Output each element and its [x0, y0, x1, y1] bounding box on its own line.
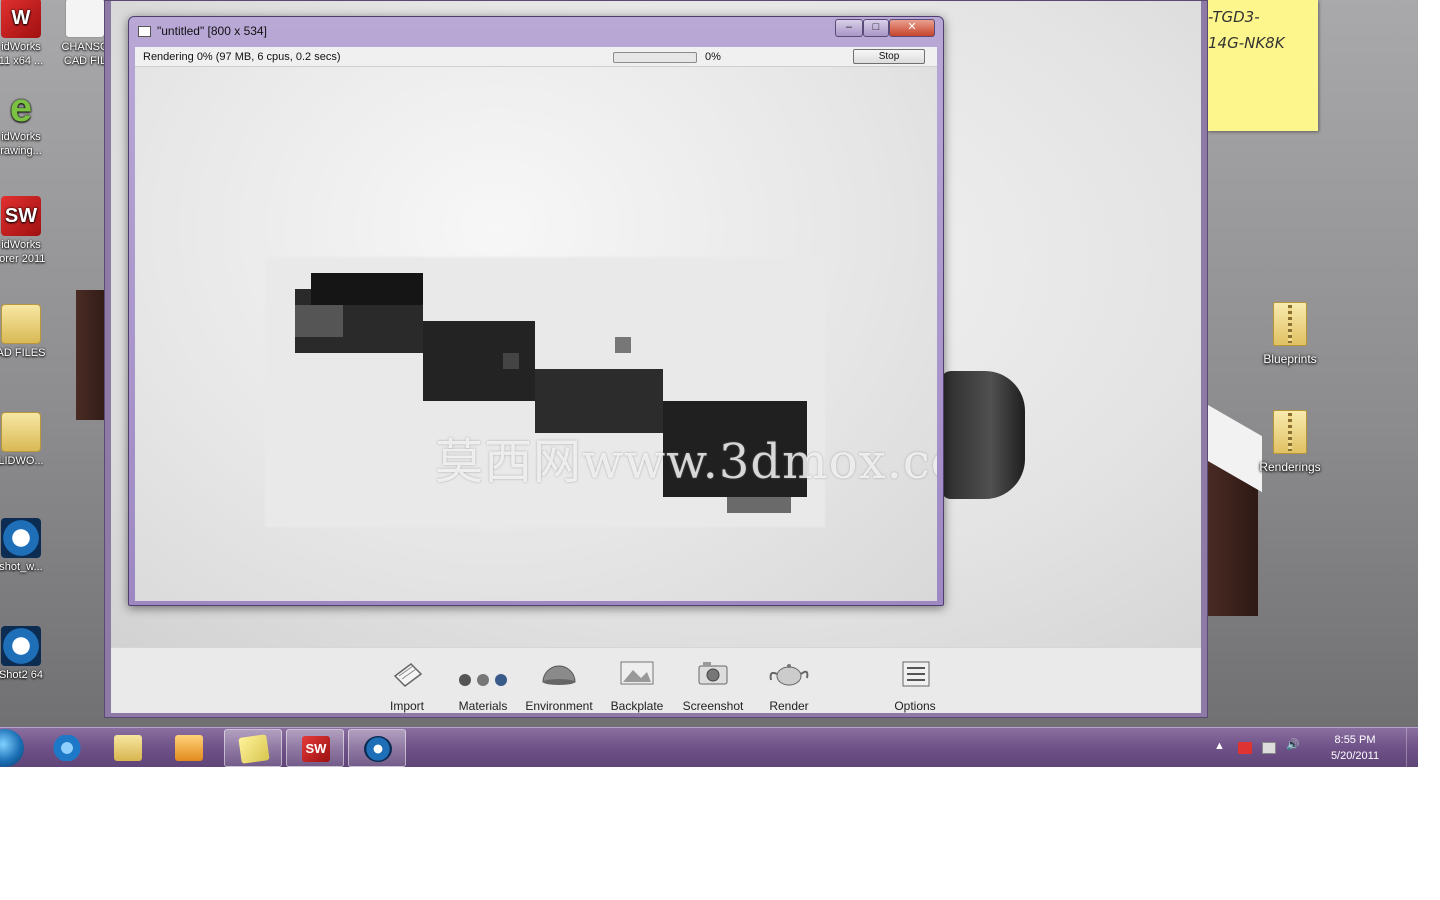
- watermark: 莫西网www.3dmox.com: [435, 434, 937, 490]
- screenshot-button[interactable]: Screenshot: [671, 656, 755, 713]
- render-status-text: Rendering 0% (97 MB, 6 cpus, 0.2 secs): [143, 51, 341, 63]
- volume-icon[interactable]: 🔊: [1286, 738, 1300, 751]
- desktop-icon-solidworks-explorer[interactable]: SW idWorks lorer 2011: [0, 196, 56, 266]
- desktop: W idWorks 11 x64 ... CHANSO CAD FIL e id…: [0, 0, 1418, 767]
- environment-icon: [517, 656, 601, 690]
- render-pixel-block: [503, 353, 519, 369]
- import-button[interactable]: Import: [365, 656, 449, 713]
- clock[interactable]: 8:55 PM 5/20/2011: [1320, 732, 1390, 764]
- edrawings-icon: e: [9, 86, 33, 130]
- clock-time: 8:55 PM: [1334, 734, 1376, 746]
- maximize-button[interactable]: □: [863, 19, 889, 37]
- desktop-icon-keyshot2-64[interactable]: Shot2 64: [0, 626, 56, 682]
- desktop-icon-renderings[interactable]: Renderings: [1250, 410, 1330, 474]
- taskbar-windows-explorer[interactable]: [99, 729, 157, 767]
- import-icon: [365, 656, 449, 690]
- keyshot-icon: [1, 626, 41, 666]
- options-icon: [873, 656, 957, 690]
- environment-button[interactable]: Environment: [517, 656, 601, 713]
- desktop-icon-edrawings[interactable]: e idWorks rawing...: [0, 88, 56, 158]
- media-player-icon: [175, 735, 203, 761]
- ie-icon: [53, 735, 81, 761]
- minimize-button[interactable]: –: [835, 19, 863, 37]
- model-object: [941, 371, 1025, 499]
- backplate-button[interactable]: Backplate: [595, 656, 679, 713]
- options-button[interactable]: Options: [873, 656, 957, 713]
- clock-date: 5/20/2011: [1330, 750, 1380, 762]
- show-hidden-icons-icon[interactable]: ▲: [1214, 740, 1228, 752]
- folder-icon: [114, 735, 142, 761]
- taskbar-keyshot[interactable]: [348, 729, 406, 767]
- materials-icon: [441, 656, 525, 690]
- solidworks-icon: W: [1, 0, 41, 38]
- zip-folder-icon: [1273, 302, 1307, 346]
- sticky-notes-icon: [238, 734, 270, 764]
- keyshot-toolbar: Import Materials Environment Backplate S…: [111, 647, 1201, 713]
- network-icon[interactable]: [1262, 742, 1276, 754]
- render-pixel-block: [615, 337, 631, 353]
- keyshot-icon: [1, 518, 41, 558]
- render-pixel-block: [727, 497, 791, 513]
- sticky-line: 14G-NK8K: [1208, 34, 1285, 52]
- render-window-title: "untitled" [800 x 534]: [157, 24, 267, 38]
- solidworks-explorer-icon: SW: [1, 196, 41, 236]
- taskbar-media-player[interactable]: [160, 729, 218, 767]
- window-icon: [138, 26, 151, 37]
- folder-icon: [1, 304, 41, 344]
- keyshot-icon: [364, 736, 392, 762]
- render-pixel-block: [311, 273, 423, 305]
- sticky-line: -TGD3-: [1208, 8, 1260, 26]
- backplate-icon: [595, 656, 679, 690]
- desktop-icon-solidworks[interactable]: W idWorks 11 x64 ...: [0, 0, 56, 68]
- render-button[interactable]: Render: [747, 656, 831, 713]
- taskbar-sticky-notes[interactable]: [224, 729, 282, 767]
- render-progress-percent: 0%: [705, 51, 721, 63]
- render-window: "untitled" [800 x 534] – □ ✕ Rendering 0…: [128, 16, 944, 606]
- render-status-bar: Rendering 0% (97 MB, 6 cpus, 0.2 secs) 0…: [135, 47, 937, 67]
- render-canvas: 莫西网www.3dmox.com: [135, 67, 937, 601]
- teapot-icon: [747, 656, 831, 690]
- pdf-shortcut-icon: [65, 0, 105, 38]
- system-tray: ▲ 🔊 8:55 PM 5/20/2011: [1214, 728, 1407, 767]
- folder-icon: [1, 412, 41, 452]
- show-desktop-button[interactable]: [1406, 728, 1418, 767]
- desktop-icon-solidworks-folder[interactable]: LIDWO...: [0, 412, 56, 468]
- taskbar-solidworks[interactable]: SW: [286, 729, 344, 767]
- materials-button[interactable]: Materials: [441, 656, 525, 713]
- action-center-icon[interactable]: [1238, 742, 1252, 754]
- desktop-icon-blueprints[interactable]: Blueprints: [1250, 302, 1330, 366]
- taskbar-internet-explorer[interactable]: [38, 729, 96, 767]
- close-button[interactable]: ✕: [889, 19, 935, 37]
- desktop-icon-keyshot-w[interactable]: shot_w...: [0, 518, 56, 574]
- start-button[interactable]: [0, 729, 24, 767]
- stop-button[interactable]: Stop: [853, 49, 925, 64]
- sticky-note[interactable]: -TGD3- 14G-NK8K: [1206, 0, 1318, 131]
- zip-folder-icon: [1273, 410, 1307, 454]
- render-pixel-block: [295, 305, 343, 337]
- solidworks-icon: SW: [302, 736, 330, 762]
- camera-icon: [671, 656, 755, 690]
- render-progress-bar: [613, 52, 697, 63]
- desktop-icon-cad-files[interactable]: AD FILES: [0, 304, 56, 360]
- taskbar: SW ▲ 🔊 8:55 PM 5/20/2011: [0, 727, 1418, 767]
